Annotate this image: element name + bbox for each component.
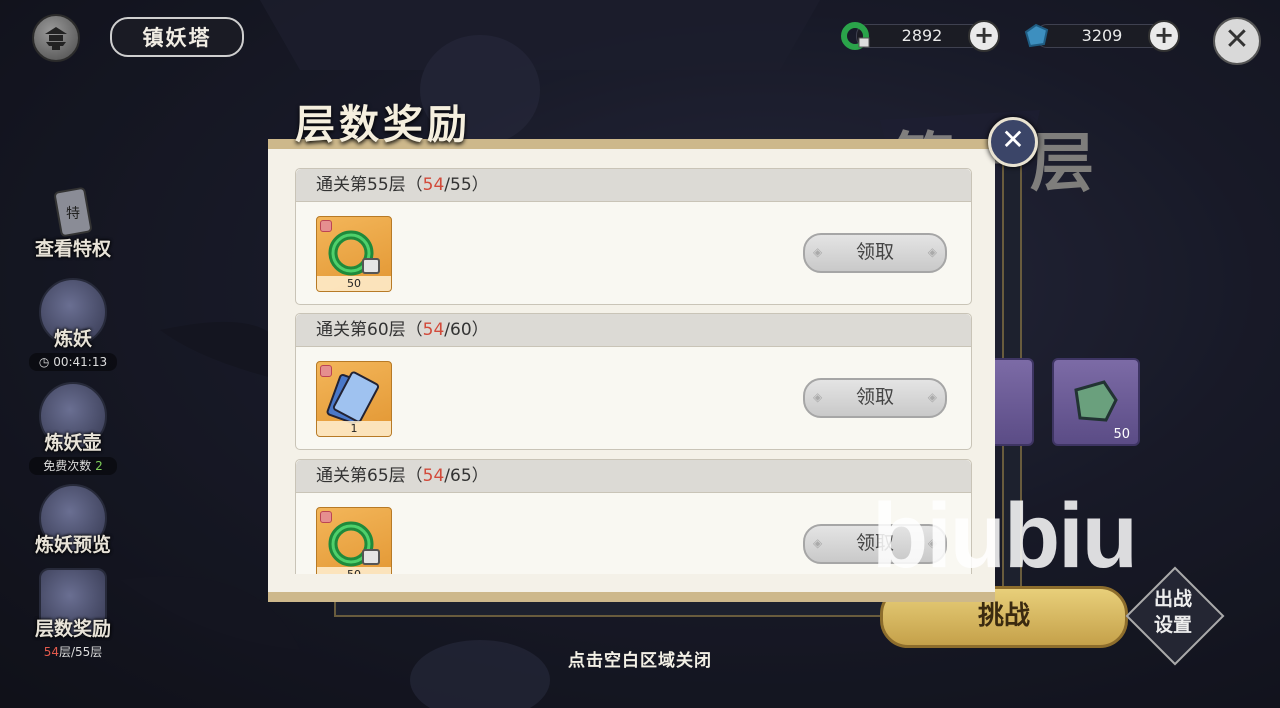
reward-item[interactable]: 1 — [316, 361, 392, 437]
close-icon[interactable]: ✕ — [1213, 17, 1261, 65]
sidebar-item-refine[interactable]: 炼妖 ◷ 00:41:13 — [20, 278, 126, 371]
sidebar-item-label: 炼妖预览 — [34, 534, 111, 556]
deploy-label-line2: 设置 — [1153, 614, 1192, 636]
reward-row: 通关第60层（54/60） 1 领取 — [295, 313, 972, 450]
claim-button[interactable]: 领取 — [803, 233, 947, 273]
reward-condition: 通关第60层（54/60） — [296, 314, 971, 347]
lock-tag-icon — [320, 365, 332, 377]
home-button[interactable] — [32, 14, 80, 62]
card-count: 50 — [1113, 427, 1130, 442]
add-crystal-button[interactable]: + — [1148, 20, 1180, 52]
condition-current: 54 — [422, 175, 445, 195]
sidebar-item-label: 炼妖壶 — [44, 432, 102, 454]
svg-text:特: 特 — [66, 206, 80, 222]
modal-close-button[interactable]: ✕ — [988, 117, 1038, 167]
privilege-scroll-icon: 特 — [54, 187, 92, 237]
sidebar-item-label: 层数奖励 — [34, 618, 111, 640]
add-jade-button[interactable]: + — [968, 20, 1000, 52]
sidebar-item-privilege[interactable]: 特 查看特权 — [20, 186, 126, 261]
reward-item[interactable]: 50 — [316, 216, 392, 292]
reward-item[interactable]: 50 — [316, 507, 392, 574]
condition-suffix: /55） — [444, 175, 489, 195]
refine-timer: ◷ 00:41:13 — [29, 353, 117, 371]
timer-text: 00:41:13 — [53, 355, 108, 369]
free-count-label: 免费次数 — [43, 459, 92, 473]
page-title: 镇妖塔 — [110, 17, 244, 57]
condition-prefix: 通关第55层（ — [316, 175, 423, 195]
lock-tag-icon — [320, 220, 332, 232]
watermark-logo: biubiu — [872, 485, 1138, 587]
reward-condition: 通关第55层（54/55） — [296, 169, 971, 202]
condition-prefix: 通关第60层（ — [316, 320, 423, 340]
sidebar-item-demon-pot[interactable]: 炼妖壶 免费次数 2 — [20, 382, 126, 475]
reward-row: 通关第55层（54/55） 50 领取 — [295, 168, 972, 305]
close-hint: 点击空白区域关闭 — [568, 651, 712, 671]
condition-suffix: /60） — [444, 320, 489, 340]
free-count-value: 2 — [95, 459, 103, 473]
item-count: 50 — [317, 276, 391, 291]
deploy-settings-label: 出战 设置 — [1142, 586, 1204, 638]
sidebar-item-label: 查看特权 — [34, 238, 111, 260]
sidebar-item-preview[interactable]: 炼妖预览 — [20, 484, 126, 557]
reward-list[interactable]: 通关第55层（54/55） 50 领取 通关第60层（54/60） 1 领取 通… — [295, 168, 972, 574]
modal-title: 层数奖励 — [295, 101, 471, 148]
item-count: 50 — [317, 567, 391, 574]
lock-tag-icon — [320, 511, 332, 523]
pagoda-icon — [45, 27, 67, 50]
blue-crystal-icon — [1024, 23, 1049, 48]
jade-dragon-icon — [841, 22, 870, 50]
reward-condition: 通关第65层（54/65） — [296, 460, 971, 493]
condition-current: 54 — [422, 466, 445, 486]
item-count: 1 — [317, 421, 391, 436]
reward-row: 通关第65层（54/65） 50 领取 — [295, 459, 972, 574]
deploy-label-line1: 出战 — [1153, 588, 1192, 610]
free-count: 免费次数 2 — [29, 457, 117, 475]
sidebar-item-label: 炼妖 — [53, 328, 92, 350]
claim-button[interactable]: 领取 — [803, 378, 947, 418]
condition-current: 54 — [422, 320, 445, 340]
condition-suffix: /65） — [444, 466, 489, 486]
condition-prefix: 通关第65层（ — [316, 466, 423, 486]
bg-reward-card: 50 — [1052, 358, 1140, 446]
